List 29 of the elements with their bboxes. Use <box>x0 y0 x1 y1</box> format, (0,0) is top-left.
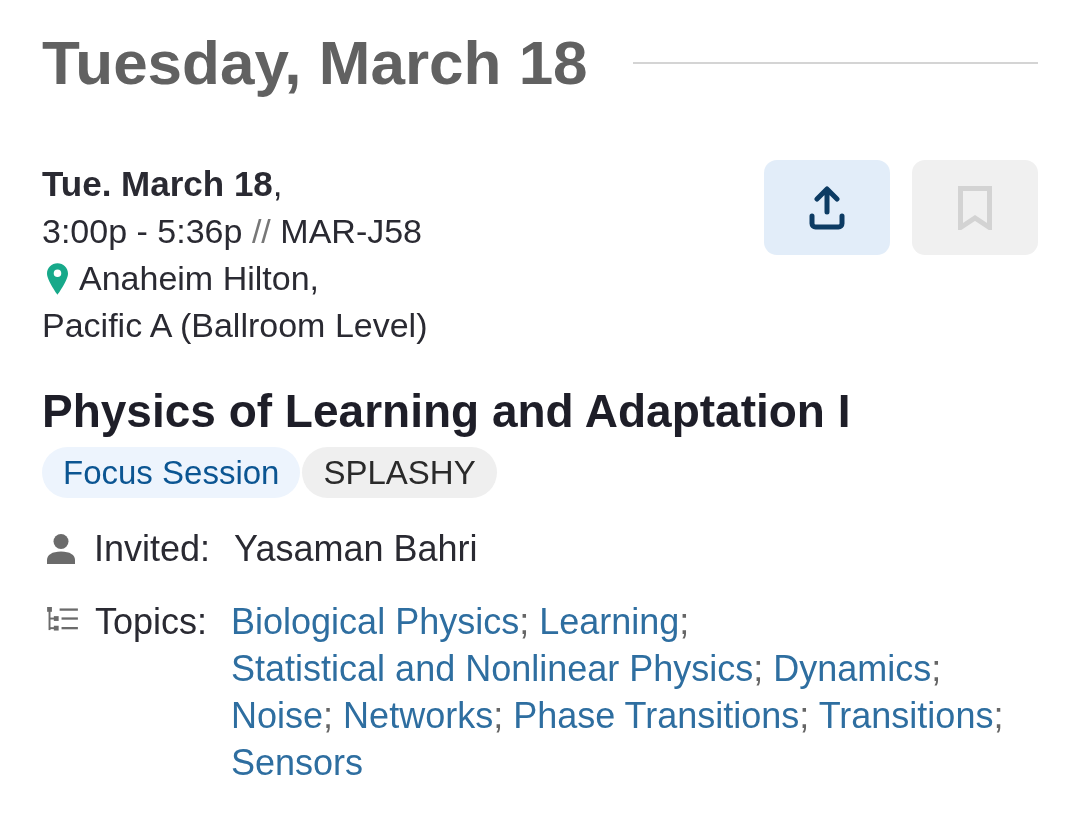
session-title: Physics of Learning and Adaptation I <box>42 384 852 439</box>
invited-label: Invited: <box>94 527 211 571</box>
topic-link[interactable]: Dynamics <box>773 648 932 689</box>
topic-link[interactable]: Statistical and Nonlinear Physics <box>231 648 754 689</box>
topic-link[interactable]: Biological Physics <box>231 601 520 642</box>
session-tag: Focus Session <box>42 447 301 498</box>
topic-link[interactable]: Learning <box>539 601 680 642</box>
bookmark-icon <box>958 185 992 230</box>
topic-link[interactable]: Transitions <box>818 695 994 736</box>
session-code: MAR-J58 <box>280 212 423 250</box>
location-pin-icon <box>47 262 68 295</box>
session-date: Tue. March 18, <box>42 164 283 203</box>
speaker-name: Yasaman Bahri <box>234 527 478 571</box>
topic-link[interactable]: Phase Transitions <box>513 695 800 736</box>
room-text: Pacific A (Ballroom Level) <box>42 306 428 344</box>
topic-link[interactable]: Sensors <box>231 742 364 783</box>
topics-text: Biological Physics; Learning; Statistical and Nonlinear Physics; Dynamics; Noise; Networks; Phase Transitions; Transitions; Sensors <box>231 600 1005 785</box>
topic-link[interactable]: Noise <box>231 695 324 736</box>
session-time: 3:00p - 5:36p <box>42 212 243 250</box>
topics-label: Topics: <box>95 600 208 644</box>
day-heading: Tuesday, March 18 <box>42 27 588 99</box>
topic-link[interactable]: Networks <box>343 695 494 736</box>
list-tree-icon <box>47 607 78 632</box>
share-icon <box>809 185 845 230</box>
session-tag: SPLASHY <box>302 447 497 498</box>
separator-text: // <box>251 212 271 250</box>
person-icon <box>47 533 75 564</box>
share-button[interactable] <box>764 160 890 255</box>
venue-text: Anaheim Hilton, <box>79 258 319 299</box>
